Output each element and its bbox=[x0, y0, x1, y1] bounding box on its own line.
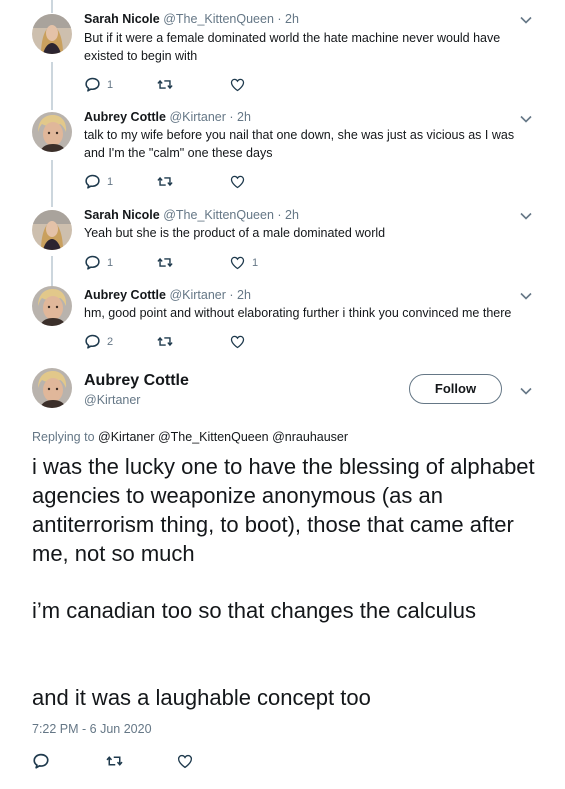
retweet-icon bbox=[156, 333, 174, 350]
avatar-image bbox=[32, 368, 72, 408]
retweet-button[interactable] bbox=[156, 76, 180, 93]
reply-count: 1 bbox=[107, 256, 114, 269]
tweet-timestamp[interactable]: 7:22 PM - 6 Jun 2020 bbox=[32, 722, 152, 736]
author-name[interactable]: Aubrey Cottle bbox=[84, 110, 166, 124]
thread-tweet[interactable]: Sarah Nicole @The_KittenQueen · 2h Yeah … bbox=[0, 198, 565, 278]
like-icon bbox=[229, 76, 246, 93]
like-icon bbox=[229, 333, 246, 350]
author-handle[interactable]: @Kirtaner bbox=[169, 288, 225, 302]
tweet-header: Sarah Nicole @The_KittenQueen · 2h bbox=[84, 12, 299, 27]
replying-to-mentions[interactable]: @Kirtaner @The_KittenQueen @nrauhauser bbox=[98, 430, 348, 444]
avatar-image bbox=[32, 14, 72, 54]
tweet-body-paragraph: and it was a laughable concept too bbox=[32, 685, 371, 710]
avatar[interactable] bbox=[32, 14, 72, 54]
reply-button[interactable]: 1 bbox=[84, 254, 113, 271]
retweet-icon bbox=[105, 752, 124, 770]
reply-icon bbox=[84, 254, 101, 271]
retweet-icon bbox=[156, 254, 174, 271]
thread-tweet[interactable]: Aubrey Cottle @Kirtaner · 2h hm, good po… bbox=[0, 278, 565, 358]
retweet-button[interactable] bbox=[156, 333, 180, 350]
author-handle[interactable]: @Kirtaner bbox=[169, 110, 225, 124]
separator-dot: · bbox=[229, 288, 234, 302]
like-icon bbox=[229, 254, 246, 271]
author-name[interactable]: Sarah Nicole bbox=[84, 12, 160, 26]
tweet-body-paragraph: i was the lucky one to have the blessing… bbox=[32, 454, 535, 566]
chevron-down-icon[interactable] bbox=[519, 289, 533, 303]
chevron-down-icon[interactable] bbox=[519, 384, 533, 398]
avatar-image bbox=[32, 210, 72, 250]
reply-button[interactable]: 2 bbox=[84, 333, 113, 350]
author-name[interactable]: Aubrey Cottle bbox=[84, 288, 166, 302]
avatar-image bbox=[32, 112, 72, 152]
avatar[interactable] bbox=[32, 286, 72, 326]
author-name[interactable]: Sarah Nicole bbox=[84, 208, 160, 222]
retweet-button[interactable] bbox=[105, 752, 124, 770]
avatar[interactable] bbox=[32, 112, 72, 152]
author-name[interactable]: Aubrey Cottle bbox=[84, 372, 189, 390]
author-handle[interactable]: @The_KittenQueen bbox=[163, 208, 274, 222]
tweet-time[interactable]: 2h bbox=[237, 288, 251, 302]
tweet-text: But if it were a female dominated world … bbox=[84, 31, 501, 63]
like-icon bbox=[229, 173, 246, 190]
tweet-time[interactable]: 2h bbox=[237, 110, 251, 124]
like-count: 1 bbox=[252, 256, 259, 269]
tweet-time[interactable]: 2h bbox=[285, 12, 299, 26]
follow-button[interactable]: Follow bbox=[409, 374, 502, 404]
separator-dot: · bbox=[229, 110, 234, 124]
tweet-header: Aubrey Cottle @Kirtaner · 2h bbox=[84, 288, 251, 303]
like-button[interactable] bbox=[176, 752, 194, 770]
reply-icon bbox=[84, 76, 101, 93]
like-icon bbox=[176, 752, 194, 770]
like-button[interactable] bbox=[229, 76, 252, 93]
avatar[interactable] bbox=[32, 210, 72, 250]
avatar-image bbox=[32, 286, 72, 326]
retweet-button[interactable] bbox=[156, 254, 180, 271]
chevron-down-icon[interactable] bbox=[519, 209, 533, 223]
chevron-down-icon[interactable] bbox=[519, 13, 533, 27]
reply-button[interactable]: 1 bbox=[84, 173, 113, 190]
like-button[interactable] bbox=[229, 173, 252, 190]
tweet-time[interactable]: 2h bbox=[285, 208, 299, 222]
tweet-header: Sarah Nicole @The_KittenQueen · 2h bbox=[84, 208, 299, 223]
thread-tweet[interactable]: Aubrey Cottle @Kirtaner · 2h talk to my … bbox=[0, 100, 565, 198]
reply-button[interactable] bbox=[32, 752, 50, 770]
retweet-icon bbox=[156, 76, 174, 93]
retweet-button[interactable] bbox=[156, 173, 180, 190]
author-handle[interactable]: @Kirtaner bbox=[84, 393, 140, 407]
avatar[interactable] bbox=[32, 368, 72, 408]
chevron-down-icon[interactable] bbox=[519, 112, 533, 126]
tweet-header: Aubrey Cottle @Kirtaner · 2h bbox=[84, 110, 251, 125]
reply-count: 1 bbox=[107, 78, 114, 91]
tweet-text: talk to my wife before you nail that one… bbox=[84, 128, 515, 160]
reply-icon bbox=[32, 752, 50, 770]
tweet-text: Yeah but she is the product of a male do… bbox=[84, 226, 386, 240]
separator-dot: · bbox=[277, 12, 282, 26]
reply-icon bbox=[84, 173, 101, 190]
like-button[interactable] bbox=[229, 333, 252, 350]
thread-tweet[interactable]: Sarah Nicole @The_KittenQueen · 2h But i… bbox=[0, 0, 565, 100]
retweet-icon bbox=[156, 173, 174, 190]
reply-button[interactable]: 1 bbox=[84, 76, 113, 93]
tweet-text: hm, good point and without elaborating f… bbox=[84, 306, 512, 320]
like-button[interactable]: 1 bbox=[229, 254, 258, 271]
author-handle[interactable]: @The_KittenQueen bbox=[163, 12, 274, 26]
reply-icon bbox=[84, 333, 101, 350]
reply-count: 2 bbox=[107, 335, 114, 348]
separator-dot: · bbox=[277, 208, 282, 222]
tweet-body-paragraph: i’m canadian too so that changes the cal… bbox=[32, 598, 476, 623]
replying-to-label: Replying to bbox=[32, 430, 95, 444]
replying-to: Replying to @Kirtaner @The_KittenQueen @… bbox=[32, 430, 348, 444]
reply-count: 1 bbox=[107, 175, 114, 188]
